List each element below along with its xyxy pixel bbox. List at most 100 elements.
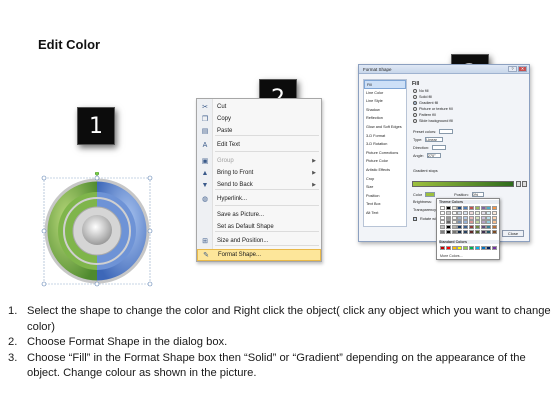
category-shadow[interactable]: Shadow [364,106,406,115]
color-swatch[interactable] [468,215,474,220]
angle-row[interactable]: Angle: 270° [413,153,441,158]
category-picture-color[interactable]: Picture Color [364,157,406,166]
color-swatch[interactable] [468,206,474,210]
type-select[interactable]: Linear [425,137,444,142]
color-swatch[interactable] [451,210,457,215]
color-swatch[interactable] [457,229,463,234]
color-swatch[interactable] [486,206,492,210]
menu-item-group[interactable]: ▣ Group ▶ [197,155,321,167]
help-button[interactable]: ? [508,66,517,72]
color-swatch[interactable] [468,225,474,230]
category-3-d-rotation[interactable]: 3-D Rotation [364,140,406,149]
color-row[interactable]: Color Position: 0% [413,192,484,197]
color-swatch[interactable] [457,246,463,250]
menu-item-hyperlink[interactable]: ◍ Hyperlink... [197,193,321,205]
color-swatch[interactable] [457,225,463,230]
color-swatch[interactable] [445,215,451,220]
direction-row[interactable]: Direction: [413,145,447,150]
color-swatch[interactable] [463,220,469,225]
color-swatch[interactable] [457,210,463,215]
color-swatch[interactable] [492,246,498,250]
color-swatch[interactable] [451,229,457,234]
color-swatch[interactable] [474,229,480,234]
color-swatch[interactable] [451,225,457,230]
fill-option-slide-background-fill[interactable]: Slide background fill [413,119,453,123]
category-3-d-format[interactable]: 3-D Format [364,132,406,141]
fill-option-solid-fill[interactable]: Solid fill [413,95,432,99]
color-swatch[interactable] [480,246,486,250]
category-alt-text[interactable]: Alt Text [364,209,406,218]
color-swatch[interactable] [440,246,445,250]
preset-colors-picker[interactable] [439,129,454,134]
radio-button[interactable] [413,101,417,105]
color-swatch[interactable] [440,220,445,225]
color-swatch[interactable] [474,215,480,220]
transparency-row[interactable]: Transparency: [413,208,437,212]
color-swatch[interactable] [492,206,498,210]
menu-item-save-as-picture[interactable]: Save as Picture... [197,209,321,221]
category-line-style[interactable]: Line Style [364,97,406,106]
category-line-color[interactable]: Line Color [364,89,406,98]
menu-item-cut[interactable]: ✂ Cut [197,101,321,113]
brightness-row[interactable]: Brightness: [413,200,432,204]
direction-picker[interactable] [432,145,447,150]
color-swatch[interactable] [468,220,474,225]
color-swatch[interactable] [474,206,480,210]
color-swatch[interactable] [451,215,457,220]
color-swatch[interactable] [440,229,445,234]
color-swatch[interactable] [451,246,457,250]
fill-option-pattern-fill[interactable]: Pattern fill [413,113,436,117]
color-swatch[interactable] [457,220,463,225]
type-row[interactable]: Type: Linear [413,137,444,142]
category-size[interactable]: Size [364,183,406,192]
category-reflection[interactable]: Reflection [364,114,406,123]
color-swatch[interactable] [480,225,486,230]
color-swatch[interactable] [480,210,486,215]
color-swatch[interactable] [486,229,492,234]
color-swatch[interactable] [492,220,498,225]
color-swatch[interactable] [486,215,492,220]
color-swatch[interactable] [445,229,451,234]
color-swatch[interactable] [474,225,480,230]
color-swatch[interactable] [486,225,492,230]
color-swatch[interactable] [440,225,445,230]
color-swatch[interactable] [486,210,492,215]
color-swatch[interactable] [463,215,469,220]
color-swatch[interactable] [463,229,469,234]
color-swatch[interactable] [486,220,492,225]
menu-item-edit-text[interactable]: A Edit Text [197,139,321,151]
color-swatch[interactable] [474,246,480,250]
color-swatch[interactable] [480,206,486,210]
color-swatch[interactable] [468,229,474,234]
angle-input[interactable]: 270° [426,153,441,158]
radio-button[interactable] [413,119,417,123]
fill-option-gradient-fill[interactable]: Gradient fill [413,101,438,105]
radio-button[interactable] [413,107,417,111]
color-picker-button[interactable] [425,192,436,197]
radio-button[interactable] [413,89,417,93]
color-swatch[interactable] [480,215,486,220]
color-swatch[interactable] [457,206,463,210]
color-swatch[interactable] [445,206,451,210]
menu-item-format-shape[interactable]: ✎ Format Shape... [197,249,321,261]
color-swatch[interactable] [468,210,474,215]
color-swatch[interactable] [492,229,498,234]
color-swatch[interactable] [457,215,463,220]
fill-option-no-fill[interactable]: No fill [413,89,429,93]
category-picture-corrections[interactable]: Picture Corrections [364,149,406,158]
menu-item-bring-to-front[interactable]: ▲ Bring to Front ▶ [197,167,321,179]
color-swatch[interactable] [445,225,451,230]
color-swatch[interactable] [480,229,486,234]
color-swatch[interactable] [445,220,451,225]
color-swatch[interactable] [463,246,469,250]
color-swatch[interactable] [468,246,474,250]
category-position[interactable]: Position [364,192,406,201]
category-artistic-effects[interactable]: Artistic Effects [364,166,406,175]
color-swatch[interactable] [463,210,469,215]
gradient-stops-bar[interactable] [412,181,514,187]
category-crop[interactable]: Crop [364,175,406,184]
color-swatch[interactable] [492,215,498,220]
selected-circle-shape[interactable] [38,171,156,290]
color-swatch[interactable] [492,210,498,215]
color-swatch[interactable] [451,220,457,225]
